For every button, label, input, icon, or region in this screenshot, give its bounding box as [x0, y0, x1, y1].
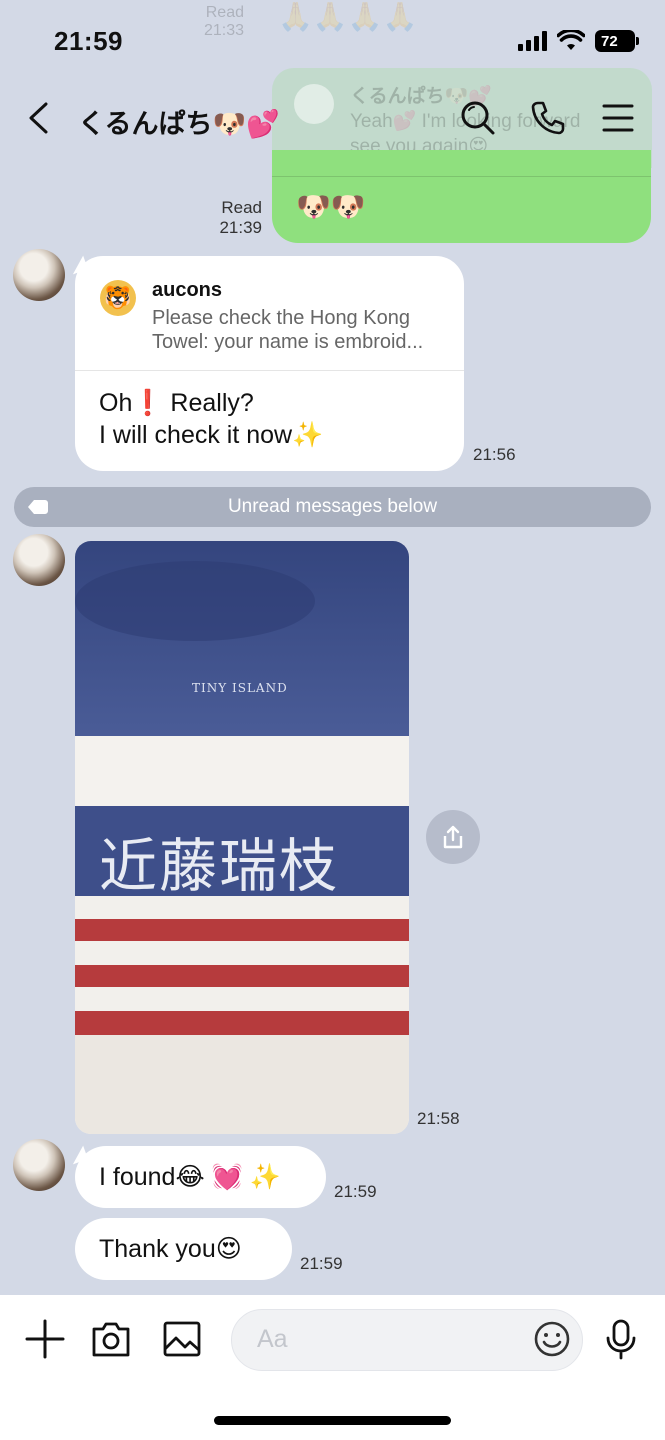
- chevron-left-icon: [29, 102, 48, 134]
- status-time: 21:59: [54, 26, 123, 56]
- contact-avatar[interactable]: [13, 249, 65, 301]
- plus-icon: [25, 1319, 65, 1359]
- quote-line-1: Please check the Hong Kong: [152, 307, 410, 329]
- camera-button[interactable]: [90, 1318, 132, 1360]
- smiley-icon: [534, 1321, 570, 1357]
- reply-bubble[interactable]: 🐯 aucons Please check the Hong Kong Towe…: [75, 256, 464, 471]
- image-icon: [163, 1321, 201, 1357]
- menu-button[interactable]: [596, 96, 640, 140]
- call-button[interactable]: [526, 96, 570, 140]
- contact-avatar-3[interactable]: [13, 1139, 65, 1191]
- sent-emoji-text: 🐶🐶: [296, 191, 366, 222]
- search-button[interactable]: [456, 96, 500, 140]
- status-icons: 72: [518, 30, 639, 52]
- battery-level: 72: [601, 32, 618, 50]
- found-text: I found😂 💓 ✨: [99, 1163, 281, 1191]
- sent-time: 21:39: [219, 218, 262, 237]
- contact-avatar-2[interactable]: [13, 534, 65, 586]
- message-placeholder: Aa: [257, 1325, 288, 1353]
- voice-button[interactable]: [602, 1318, 640, 1360]
- unread-divider: Unread messages below: [14, 487, 651, 527]
- menu-icon: [602, 104, 634, 132]
- battery-icon: 72: [595, 30, 639, 52]
- emoji-button[interactable]: [533, 1320, 571, 1358]
- signal-icon: [518, 31, 547, 51]
- towel-brand-text: TINY ISLAND: [192, 681, 288, 695]
- read-label: Read: [221, 198, 262, 217]
- thanks-bubble[interactable]: Thank you😍: [75, 1218, 292, 1280]
- reply-line-2: I will check it now✨: [99, 421, 324, 449]
- sent-emoji-bubble[interactable]: 🐶🐶: [272, 150, 651, 243]
- quote-divider: [75, 370, 464, 371]
- reply-line-1: Oh❗ Really?: [99, 389, 254, 417]
- found-bubble[interactable]: I found😂 💓 ✨: [75, 1146, 326, 1208]
- quote-tiger-icon: 🐯: [100, 280, 136, 316]
- photo-time: 21:58: [417, 1109, 460, 1128]
- share-button[interactable]: [426, 810, 480, 864]
- unread-label: Unread messages below: [227, 496, 438, 517]
- add-button[interactable]: [24, 1318, 66, 1360]
- gallery-button[interactable]: [161, 1318, 203, 1360]
- ghost-read-time: 21:33: [203, 22, 244, 39]
- chat-title: くるんぱち🐶💕: [78, 109, 280, 139]
- ghost-emoji: 🙏🙏🙏🙏: [278, 1, 418, 32]
- thanks-text: Thank you😍: [99, 1235, 242, 1263]
- tag-icon: [28, 500, 48, 514]
- found-time: 21:59: [334, 1182, 377, 1201]
- search-icon: [461, 101, 495, 135]
- ghost-quote-avatar: [294, 84, 334, 124]
- home-indicator: [214, 1416, 451, 1425]
- camera-icon: [92, 1322, 130, 1357]
- ghost-read-label: Read: [205, 4, 244, 21]
- microphone-icon: [606, 1319, 636, 1360]
- towel-photo[interactable]: TINY ISLAND 近藤瑞枝: [75, 541, 409, 1134]
- thanks-time: 21:59: [300, 1254, 343, 1273]
- share-icon: [443, 825, 463, 849]
- phone-icon: [531, 101, 565, 135]
- wifi-icon: [557, 30, 585, 50]
- towel-embroidered-name: 近藤瑞枝: [99, 832, 340, 900]
- quote-author: aucons: [152, 279, 223, 301]
- reply-time: 21:56: [473, 445, 516, 464]
- quote-line-2: Towel: your name is embroid...: [152, 331, 424, 353]
- back-button[interactable]: [16, 96, 60, 140]
